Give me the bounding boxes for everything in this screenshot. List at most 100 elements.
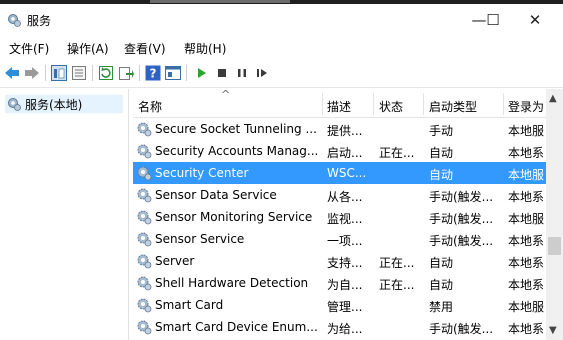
column-header-startup-type[interactable]: 启动类型: [429, 98, 477, 115]
service-name: Sensor Monitoring Service: [155, 210, 313, 224]
scroll-down-icon[interactable]: ▼: [549, 325, 557, 336]
service-logon-as: 本地服: [508, 124, 545, 138]
menu-help[interactable]: 帮助(H): [184, 40, 226, 57]
service-startup-type: 禁用: [429, 300, 454, 314]
service-status: 正在...: [379, 278, 415, 292]
service-name: Security Accounts Manag...: [155, 144, 319, 158]
column-header-logon-as[interactable]: 登录为: [508, 98, 544, 115]
service-gear-icon: [137, 188, 152, 203]
service-name: Smart Card Device Enum...: [155, 320, 318, 334]
service-row[interactable]: Sensor Data Service 从各... 手动(触发... 本地系: [133, 184, 547, 206]
service-startup-type: 手动(触发...: [429, 322, 494, 336]
service-row[interactable]: Shell Hardware Detection 为自... 正在... 自动 本地系: [133, 272, 547, 294]
console-view-icon[interactable]: [165, 65, 181, 81]
start-service-icon[interactable]: [194, 65, 210, 81]
column-divider[interactable]: [503, 93, 504, 115]
toolbar-separator: [139, 65, 140, 81]
service-logon-as: 本地服: [508, 168, 545, 182]
forward-arrow-icon[interactable]: [24, 65, 40, 81]
service-startup-type: 手动: [429, 124, 454, 138]
services-gear-icon: [8, 14, 21, 27]
menu-view[interactable]: 查看(V): [124, 40, 166, 57]
toolbar-separator: [92, 65, 93, 81]
service-startup-type: 自动: [429, 278, 454, 292]
service-gear-icon: [137, 320, 152, 335]
service-description: 为给...: [327, 322, 363, 336]
scroll-up-icon[interactable]: ▲: [549, 93, 557, 104]
service-gear-icon: [137, 298, 152, 313]
toolbar: ?: [0, 59, 563, 88]
service-description: 为自...: [327, 278, 363, 292]
scroll-thumb[interactable]: [548, 237, 561, 255]
service-startup-type: 手动(触发...: [429, 212, 494, 226]
service-startup-type: 手动(触发...: [429, 234, 494, 248]
service-name: Sensor Service: [155, 232, 245, 246]
show-hide-tree-icon[interactable]: [51, 65, 67, 81]
svg-text:?: ?: [150, 67, 157, 81]
service-description: WSC...: [327, 166, 367, 180]
column-header-status[interactable]: 状态: [379, 98, 403, 115]
service-gear-icon: [137, 276, 152, 291]
service-name: Shell Hardware Detection: [155, 276, 309, 290]
service-gear-icon: [137, 210, 152, 225]
service-description: 从各...: [327, 190, 363, 204]
service-description: 管理...: [327, 300, 363, 314]
service-row[interactable]: Security Accounts Manag... 启动... 正在... 自动 本地…: [133, 140, 547, 162]
service-description: 启动...: [327, 146, 363, 160]
service-row[interactable]: Sensor Service 一项... 手动(触发... 本地系: [133, 228, 547, 250]
services-list: 名称 ^ 描述 状态 启动类型 登录为 Secure Socket Tunnel…: [133, 89, 563, 340]
toolbar-separator: [186, 65, 187, 81]
toolbar-separator: [45, 65, 46, 81]
service-name: Sensor Data Service: [155, 188, 277, 202]
vertical-scrollbar[interactable]: ▲ ▼: [546, 89, 563, 340]
menu-action[interactable]: 操作(A): [67, 40, 109, 57]
export-list-icon[interactable]: [118, 65, 134, 81]
tree-pane: 服务(本地): [0, 89, 129, 340]
service-gear-icon: [137, 166, 152, 181]
window-title: 服务: [27, 14, 52, 28]
close-icon: ✕: [528, 11, 542, 29]
title-bar[interactable]: 服务 — ☐ ✕: [0, 4, 563, 34]
tree-item-label: 服务(本地): [25, 97, 83, 112]
maximize-icon: ☐: [486, 11, 500, 29]
service-row[interactable]: Smart Card 管理... 禁用 本地服: [133, 294, 547, 316]
service-row[interactable]: Sensor Monitoring Service 监视... 手动(触发... 本地…: [133, 206, 547, 228]
service-row[interactable]: Server 支持... 正在... 自动 本地系: [133, 250, 547, 272]
help-icon[interactable]: ?: [145, 65, 161, 81]
column-header-name[interactable]: 名称: [138, 98, 162, 115]
service-row[interactable]: Security Center WSC... 自动 本地服: [133, 162, 547, 184]
pause-service-icon[interactable]: [234, 65, 250, 81]
list-header: 名称 ^ 描述 状态 启动类型 登录为: [133, 89, 563, 118]
menu-file[interactable]: 文件(F): [9, 40, 49, 57]
service-description: 一项...: [327, 234, 363, 248]
refresh-icon[interactable]: [98, 65, 114, 81]
service-description: 监视...: [327, 212, 363, 226]
tree-item-services-local[interactable]: 服务(本地): [5, 95, 123, 113]
service-gear-icon: [137, 254, 152, 269]
service-gear-icon: [137, 122, 152, 137]
column-divider[interactable]: [322, 93, 323, 115]
service-description: 支持...: [327, 256, 363, 270]
service-status: 正在...: [379, 256, 415, 270]
back-arrow-icon[interactable]: [4, 65, 20, 81]
top-strip-ghost: [150, 0, 290, 3]
service-gear-icon: [137, 144, 152, 159]
properties-icon[interactable]: [71, 65, 87, 81]
stop-service-icon[interactable]: [214, 65, 230, 81]
maximize-button[interactable]: ☐: [472, 8, 514, 32]
service-name: Security Center: [155, 166, 249, 180]
column-header-description[interactable]: 描述: [327, 98, 351, 115]
service-logon-as: 本地服: [508, 300, 545, 314]
service-row[interactable]: Secure Socket Tunneling ... 提供... 手动 本地服: [133, 118, 547, 140]
menu-bar: 文件(F) 操作(A) 查看(V) 帮助(H): [0, 36, 563, 58]
close-button[interactable]: ✕: [514, 8, 556, 32]
column-divider[interactable]: [423, 93, 424, 115]
column-divider[interactable]: [373, 93, 374, 115]
service-status: 正在...: [379, 146, 415, 160]
service-row[interactable]: Smart Card Device Enum... 为给... 手动(触发... 本地…: [133, 316, 547, 338]
resume-service-icon[interactable]: [254, 65, 270, 81]
service-logon-as: 本地系: [508, 278, 545, 292]
service-logon-as: 本地系: [508, 190, 545, 204]
service-startup-type: 手动(触发...: [429, 190, 494, 204]
service-name: Secure Socket Tunneling ...: [155, 122, 317, 136]
